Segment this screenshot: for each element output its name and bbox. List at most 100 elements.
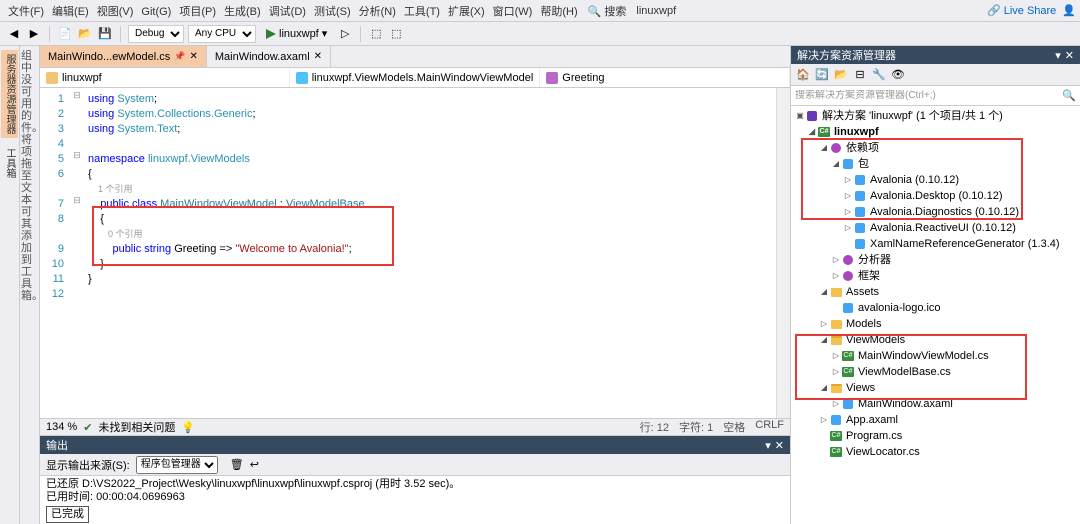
tree-row[interactable]: C#Program.cs	[791, 428, 1080, 444]
scrollbar[interactable]	[776, 88, 790, 418]
search-box[interactable]: 🔍 搜索	[584, 1, 631, 21]
run-noDebug[interactable]: ▷	[337, 26, 353, 42]
output-wrap[interactable]: ↩	[250, 458, 259, 471]
sln-sync-icon[interactable]: 🔄	[814, 67, 830, 83]
nav-fwd[interactable]: ▶	[26, 26, 42, 42]
editor-tab[interactable]: MainWindo...ewModel.cs📌✕	[40, 46, 207, 67]
tb-misc1[interactable]: ⬚	[368, 26, 384, 42]
nav-class[interactable]: linuxwpf.ViewModels.MainWindowViewModel	[290, 68, 541, 87]
quickfix-icon[interactable]: 💡	[181, 421, 195, 434]
code-line[interactable]: {	[84, 212, 776, 227]
tree-row[interactable]: ◢依赖项	[791, 140, 1080, 156]
tree-row[interactable]: ◢Assets	[791, 284, 1080, 300]
menu-item[interactable]: 分析(N)	[355, 4, 400, 20]
expand-icon[interactable]: ◢	[807, 124, 817, 140]
tree-row[interactable]: C#ViewLocator.cs	[791, 444, 1080, 460]
sln-close[interactable]: ✕	[1065, 49, 1074, 62]
expand-icon[interactable]: ▷	[831, 396, 841, 412]
tree-row[interactable]: ◢Views	[791, 380, 1080, 396]
output-pin[interactable]: ▾	[765, 439, 771, 452]
close-icon[interactable]: ✕	[314, 51, 322, 62]
nav-member[interactable]: Greeting	[540, 68, 790, 87]
config-dropdown[interactable]: Debug	[128, 25, 184, 43]
sln-tree[interactable]: ▣解决方案 'linuxwpf' (1 个项目/共 1 个)◢C#linuxwp…	[791, 106, 1080, 524]
expand-icon[interactable]: ◢	[831, 156, 841, 172]
sln-search[interactable]: 🔍	[791, 86, 1080, 106]
expand-icon[interactable]: ◢	[819, 380, 829, 396]
output-body[interactable]: 已还原 D:\VS2022_Project\Wesky\linuxwpf\lin…	[40, 476, 790, 524]
output-source-select[interactable]: 程序包管理器	[136, 456, 218, 474]
tree-row[interactable]: ▷C#MainWindowViewModel.cs	[791, 348, 1080, 364]
tree-row[interactable]: ▷MainWindow.axaml	[791, 396, 1080, 412]
expand-icon[interactable]: ▷	[831, 252, 841, 268]
tree-row[interactable]: ▷Avalonia.ReactiveUI (0.10.12)	[791, 220, 1080, 236]
tree-row[interactable]: XamlNameReferenceGenerator (1.3.4)	[791, 236, 1080, 252]
pin-icon[interactable]: 📌	[174, 51, 185, 62]
tree-row[interactable]: ▷Avalonia (0.10.12)	[791, 172, 1080, 188]
menu-item[interactable]: 文件(F)	[4, 4, 48, 20]
menu-item[interactable]: 扩展(X)	[444, 4, 489, 20]
tree-row[interactable]: ◢ViewModels	[791, 332, 1080, 348]
menu-item[interactable]: 生成(B)	[220, 4, 265, 20]
menu-item[interactable]: 项目(P)	[175, 4, 220, 20]
code-line[interactable]: }	[84, 257, 776, 272]
expand-icon[interactable]: ▷	[819, 316, 829, 332]
nav-project[interactable]: linuxwpf	[40, 68, 290, 87]
tree-row[interactable]: ▷Avalonia.Desktop (0.10.12)	[791, 188, 1080, 204]
code-line[interactable]	[84, 137, 776, 152]
left-tab-server[interactable]: 服务器资源管理器	[1, 50, 18, 138]
run-button[interactable]: linuxwpf ▾	[260, 26, 333, 41]
tb-misc2[interactable]: ⬚	[388, 26, 404, 42]
tree-row[interactable]: ▷C#ViewModelBase.cs	[791, 364, 1080, 380]
menu-item[interactable]: 调试(D)	[265, 4, 310, 20]
expand-icon[interactable]: ▷	[843, 220, 853, 236]
expand-icon[interactable]: ▷	[819, 412, 829, 428]
expand-icon[interactable]: ◢	[819, 284, 829, 300]
code-line[interactable]: 1 个引用	[84, 182, 776, 197]
code-line[interactable]: using System.Text;	[84, 122, 776, 137]
code-line[interactable]: namespace linuxwpf.ViewModels	[84, 152, 776, 167]
expand-icon[interactable]: ▷	[843, 172, 853, 188]
menu-item[interactable]: 帮助(H)	[536, 4, 581, 20]
code-area[interactable]: using System;using System.Collections.Ge…	[84, 88, 776, 418]
code-line[interactable]: public class MainWindowViewModel : ViewM…	[84, 197, 776, 212]
menu-item[interactable]: 编辑(E)	[48, 4, 93, 20]
tree-row[interactable]: avalonia-logo.ico	[791, 300, 1080, 316]
code-line[interactable]: public string Greeting => "Welcome to Av…	[84, 242, 776, 257]
code-line[interactable]: }	[84, 272, 776, 287]
output-clear[interactable]: 🗑	[230, 458, 244, 471]
menu-item[interactable]: 测试(S)	[310, 4, 355, 20]
tree-row[interactable]: ▷分析器	[791, 252, 1080, 268]
expand-icon[interactable]: ▷	[843, 204, 853, 220]
sln-props-icon[interactable]: 🔧	[871, 67, 887, 83]
sln-view-icon[interactable]: 👁	[890, 67, 906, 83]
sln-home-icon[interactable]: 🏠	[795, 67, 811, 83]
tree-row[interactable]: ▷Avalonia.Diagnostics (0.10.12)	[791, 204, 1080, 220]
tree-row[interactable]: ◢C#linuxwpf	[791, 124, 1080, 140]
tree-row[interactable]: ◢包	[791, 156, 1080, 172]
tree-row[interactable]: ▷框架	[791, 268, 1080, 284]
expand-icon[interactable]: ◢	[819, 332, 829, 348]
tree-row[interactable]: ▷Models	[791, 316, 1080, 332]
menu-item[interactable]: Git(G)	[137, 4, 175, 20]
tree-row[interactable]: ▣解决方案 'linuxwpf' (1 个项目/共 1 个)	[791, 108, 1080, 124]
sln-collapse-icon[interactable]: ⊟	[852, 67, 868, 83]
nav-back[interactable]: ◀	[6, 26, 22, 42]
open-icon[interactable]: 📂	[77, 26, 93, 42]
expand-icon[interactable]: ▷	[843, 188, 853, 204]
left-tab-toolbox[interactable]: 工具箱	[1, 144, 18, 182]
code-line[interactable]	[84, 287, 776, 302]
code-line[interactable]: using System.Collections.Generic;	[84, 107, 776, 122]
expand-icon[interactable]: ▣	[795, 108, 805, 124]
expand-icon[interactable]: ▷	[831, 348, 841, 364]
menu-item[interactable]: 工具(T)	[400, 4, 444, 20]
save-icon[interactable]: 💾	[97, 26, 113, 42]
expand-icon[interactable]: ◢	[819, 140, 829, 156]
new-file-icon[interactable]: 📄	[57, 26, 73, 42]
expand-icon[interactable]: ▷	[831, 364, 841, 380]
sln-search-input[interactable]	[795, 90, 1062, 101]
close-icon[interactable]: ✕	[190, 51, 198, 62]
code-line[interactable]: {	[84, 167, 776, 182]
sln-pin[interactable]: ▾	[1055, 49, 1061, 62]
menu-item[interactable]: 窗口(W)	[489, 4, 537, 20]
